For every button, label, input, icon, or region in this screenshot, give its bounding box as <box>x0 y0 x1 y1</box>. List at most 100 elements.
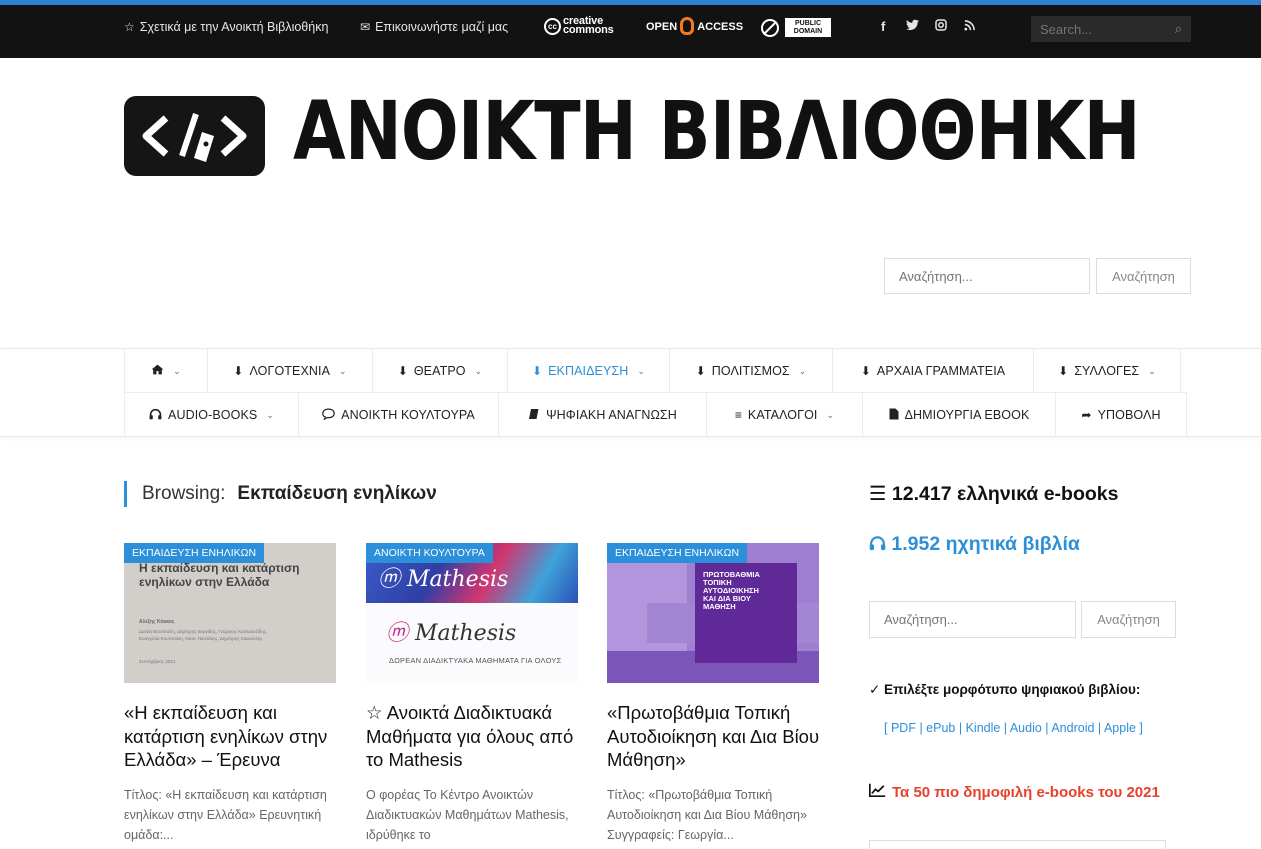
logo-mark[interactable] <box>124 96 265 176</box>
browsing-prefix: Browsing: <box>142 483 226 504</box>
top-accent-line <box>0 0 1261 5</box>
mathesis-logo-icon: ⓜ <box>378 567 401 592</box>
cover-1-coauthors-2: Ευαγγελία Κουτσούκη, Νίκος Παυλάκης, Δημ… <box>139 636 263 641</box>
twitter-icon[interactable] <box>906 19 919 34</box>
twitter-bird-svg <box>906 19 919 31</box>
format-links: [ PDF | ePub | Kindle | Audio | Android … <box>884 721 1143 735</box>
nav-dimiourgia-ebook[interactable]: ΔΗΜΙΟΥΡΓΙΑ EBOOK <box>863 393 1056 437</box>
nav-ypovoli[interactable]: ➦ ΥΠΟΒΟΛΗ <box>1056 393 1187 437</box>
format-prompt: ✓ Επιλέξτε μορφότυπο ψηφιακού βιβλίου: <box>869 682 1141 697</box>
public-domain-icon <box>761 18 779 37</box>
cover-1-author: Αλέξης Κόκκος <box>139 619 175 625</box>
nav-theatro[interactable]: ⬇ ΘΕΑΤΡΟ ⌄ <box>373 349 508 393</box>
ebooks-count[interactable]: ☰ 12.417 ελληνικά e-books <box>869 482 1118 506</box>
format-link-kindle[interactable]: Kindle <box>966 721 1001 735</box>
chevron-down-icon: ⌄ <box>339 365 347 376</box>
card-3-cover[interactable]: ΠΡΩΤΟΒΑΘΜΙΑ ΤΟΠΙΚΗ ΑΥΤΟΔΙΟΙΚΗΣΗ ΚΑΙ ΔΙΑ … <box>607 543 819 683</box>
line-chart-icon <box>868 783 886 801</box>
nav-ekpaideusi[interactable]: ⬇ ΕΚΠΑΙΔΕΥΣΗ ⌄ <box>508 349 670 393</box>
top-bar: ☆ Σχετικά με την Ανοικτή Βιβλιοθήκη ✉ Επ… <box>0 0 1261 58</box>
creative-commons-badge[interactable]: cc creative commons <box>544 16 614 36</box>
nav-politismos[interactable]: ⬇ ΠΟΛΙΤΙΣΜΟΣ ⌄ <box>670 349 833 393</box>
header-search-button[interactable]: Αναζήτηση <box>1096 258 1191 294</box>
top-search-box: ⌕ <box>1031 16 1191 42</box>
format-link-epub[interactable]: ePub <box>926 721 955 735</box>
pd-line2: DOMAIN <box>793 27 823 35</box>
browsing-heading: Browsing: Εκπαίδευση ενηλίκων <box>124 481 437 507</box>
download-icon: ⬇ <box>1058 364 1069 378</box>
nav-audio-books[interactable]: AUDIO-BOOKS ⌄ <box>124 393 299 437</box>
rss-svg <box>964 20 975 31</box>
cover-1-title: Η εκπαίδευση και κατάρτιση ενηλίκων στην… <box>139 561 300 589</box>
contact-link[interactable]: ✉ Επικοινωνήστε μαζί μας <box>360 20 508 34</box>
site-title[interactable]: ΑΝΟΙΚΤΗ ΒΙΒΛΙΟΘΗΚΗ <box>293 82 1141 182</box>
rss-icon[interactable] <box>964 19 975 34</box>
card-1-category-tag[interactable]: ΕΚΠΑΙΔΕΥΣΗ ΕΝΗΛΙΚΩΝ <box>124 543 265 563</box>
oa-right: ACCESS <box>697 21 744 33</box>
facebook-icon[interactable]: f <box>881 19 885 34</box>
line-chart-svg <box>868 783 886 798</box>
card-2-title[interactable]: ☆ Ανοικτά Διαδικτυακά Μαθήματα για όλους… <box>366 701 581 772</box>
list-icon: ≡ <box>734 408 742 422</box>
about-link[interactable]: ☆ Σχετικά με την Ανοικτή Βιβλιοθήκη <box>124 20 328 34</box>
header-search-input[interactable] <box>884 258 1090 294</box>
cover-2-caption: ΔΩΡΕΑΝ ΔΙΑΔΙΚΤΥΑΚΑ ΜΑΘΗΜΑΤΑ ΓΙΑ ΟΛΟΥΣ <box>389 656 562 665</box>
sidebar-next-widget <box>869 840 1166 849</box>
headphones-icon <box>869 533 891 555</box>
nav-label: ΣΥΛΛΟΓΕΣ <box>1074 364 1140 378</box>
format-link-audio[interactable]: Audio <box>1010 721 1042 735</box>
home-svg <box>151 364 164 375</box>
nav-label: ΛΟΓΟΤΕΧΝΙΑ <box>249 364 331 378</box>
pd-line1: PUBLIC <box>794 20 822 27</box>
sidebar-search-input[interactable] <box>869 601 1076 638</box>
card-3-excerpt: Τίτλος: «Πρωτοβάθμια Τοπική Αυτοδιοίκηση… <box>607 788 807 842</box>
card-1-title[interactable]: «Η εκπαίδευση και κατάρτιση ενηλίκων στη… <box>124 701 339 772</box>
card-3-category-tag[interactable]: ΕΚΠΑΙΔΕΥΣΗ ΕΝΗΛΙΚΩΝ <box>607 543 748 563</box>
card-2-category-tag[interactable]: ΑΝΟΙΚΤΗ ΚΟΥΛΤΟΥΡΑ <box>366 543 493 563</box>
open-access-badge[interactable]: OPEN ACCESS <box>646 17 744 35</box>
card-1-cover[interactable]: Η εκπαίδευση και κατάρτιση ενηλίκων στην… <box>124 543 336 683</box>
nav-label: ΚΑΤΑΛΟΓΟΙ <box>747 408 818 422</box>
cc-line2: commons <box>563 24 614 36</box>
download-icon: ⬇ <box>531 364 543 378</box>
nav-label: ΑΡΧΑΙΑ ΓΡΑΜΜΑΤΕΙΑ <box>876 364 1006 378</box>
nav-archaia-grammateia[interactable]: ⬇ ΑΡΧΑΙΑ ΓΡΑΜΜΑΤΕΙΑ <box>833 349 1034 393</box>
search-icon[interactable]: ⌕ <box>1175 21 1182 37</box>
top-search-input[interactable] <box>1040 21 1160 37</box>
nav-psifiaki-anagnosi[interactable]: ΨΗΦΙΑΚΗ ΑΝΑΓΝΩΣΗ <box>499 393 707 437</box>
card-1-excerpt: Τίτλος: «Η εκπαίδευση και κατάρτιση ενηλ… <box>124 788 327 842</box>
cover-3-line5: ΜΑΘΗΣΗ <box>703 602 736 611</box>
format-bracket-open: [ <box>884 721 888 735</box>
audiobooks-count[interactable]: 1.952 ηχητικά βιβλία <box>869 533 1080 556</box>
nav-katalogoi[interactable]: ≡ ΚΑΤΑΛΟΓΟΙ ⌄ <box>707 393 863 437</box>
headphones-svg <box>869 536 886 551</box>
nav-anoikti-koultoura[interactable]: ΑΝΟΙΚΤΗ ΚΟΥΛΤΟΥΡΑ <box>299 393 499 437</box>
cover-1-coauthors-1: Δανάη Βασιλειάτη, Δημήτρης Βεργίδης, Γεώ… <box>139 629 268 634</box>
oa-left: OPEN <box>646 21 678 33</box>
format-link-apple[interactable]: Apple <box>1104 721 1136 735</box>
about-link-label: Σχετικά με την Ανοικτή Βιβλιοθήκη <box>139 20 329 34</box>
chevron-down-icon: ⌄ <box>826 409 835 420</box>
card-2-cover[interactable]: ⓜ Mathesis ⓜ Mathesis ΔΩΡΕΑΝ ΔΙΑΔΙΚΤΥΑΚΑ… <box>366 543 578 683</box>
format-bracket-close: ] <box>1139 721 1143 735</box>
speech-bubble-icon <box>322 408 335 423</box>
public-domain-badge[interactable]: PUBLIC DOMAIN <box>761 18 831 37</box>
home-icon <box>151 364 164 378</box>
download-icon: ⬇ <box>397 364 408 378</box>
nav-label: ΔΗΜΙΟΥΡΓΙΑ EBOOK <box>904 408 1030 422</box>
format-link-pdf[interactable]: PDF <box>891 721 916 735</box>
instagram-icon[interactable] <box>935 19 947 34</box>
speech-bubble-svg <box>322 408 335 420</box>
nav-home[interactable]: ⌄ <box>124 349 208 393</box>
download-icon: ⬇ <box>860 364 871 378</box>
nav-sylloges[interactable]: ⬇ ΣΥΛΛΟΓΕΣ ⌄ <box>1034 349 1181 393</box>
cover-2-brand: ⓜ Mathesis <box>386 621 517 646</box>
card-3-title[interactable]: «Πρωτοβάθμια Τοπική Αυτοδιοίκηση και Δια… <box>607 701 822 772</box>
open-lock-icon <box>680 17 695 35</box>
popular-books-heading[interactable]: Τα 50 πιο δημοφιλή e-books του 2021 <box>868 783 1160 801</box>
format-link-android[interactable]: Android <box>1051 721 1094 735</box>
sidebar-search-button[interactable]: Αναζήτηση <box>1081 601 1176 638</box>
book-svg <box>529 408 539 419</box>
nav-logotexnia[interactable]: ⬇ ΛΟΓΟΤΕΧΝΙΑ ⌄ <box>208 349 373 393</box>
download-icon: ⬇ <box>695 364 706 378</box>
